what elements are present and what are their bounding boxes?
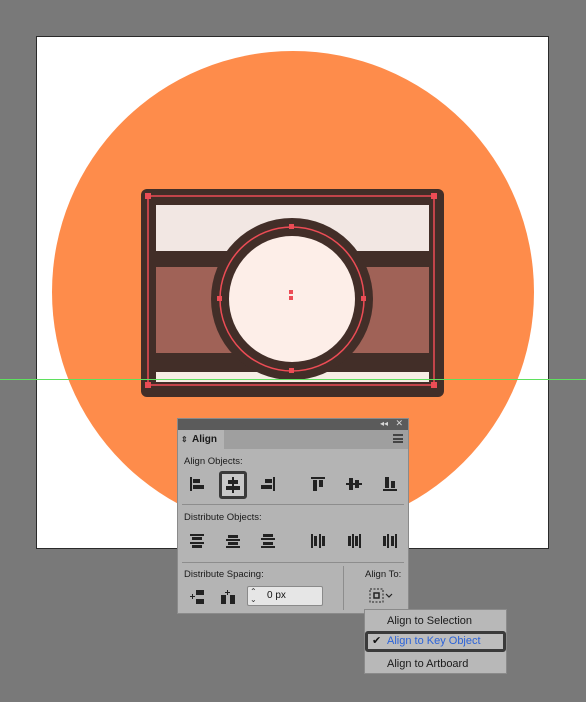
distribute-right-icon <box>383 534 397 548</box>
center-point <box>289 296 293 300</box>
distribute-vertical-center-icon <box>226 535 240 548</box>
horizontal-align-left-button[interactable] <box>185 472 209 496</box>
distribute-horizontal-center-icon <box>348 534 361 548</box>
distribute-left-icon <box>311 534 325 548</box>
panel-menu-icon[interactable] <box>393 434 403 443</box>
align-right-icon <box>261 477 275 491</box>
align-left-icon <box>190 477 204 491</box>
align-bottom-icon <box>383 477 397 491</box>
collapse-panel-icon[interactable]: ◂◂ <box>380 418 388 429</box>
anchor-point <box>289 368 294 373</box>
anchor-point <box>145 193 151 199</box>
menu-item-label: Align to Artboard <box>387 658 469 670</box>
vertical-distribute-center-button[interactable] <box>221 529 245 553</box>
section-divider <box>182 504 404 505</box>
align-to-button[interactable] <box>364 585 398 607</box>
distribute-top-icon <box>190 534 204 548</box>
tab-label: Align <box>192 434 217 445</box>
horizontal-align-right-button[interactable] <box>256 472 280 496</box>
distribute-bottom-icon <box>261 534 275 548</box>
vertical-align-bottom-button[interactable] <box>378 472 402 496</box>
menu-item-label: Align to Key Object <box>387 635 481 647</box>
horizontal-align-center-button[interactable] <box>219 471 247 499</box>
stepper-arrows-icon[interactable]: ⌃ ⌄ <box>250 588 257 604</box>
vertical-distribute-space-button[interactable] <box>185 585 209 609</box>
tab-align[interactable]: ⇕ Align <box>178 430 224 449</box>
align-to-key-object-icon <box>369 588 393 603</box>
checkmark-icon: ✔ <box>372 635 382 647</box>
align-middle-icon <box>346 478 362 490</box>
section-divider-vertical <box>343 566 344 610</box>
menu-item-label: Align to Selection <box>387 615 472 627</box>
horizontal-guide[interactable] <box>0 379 586 380</box>
anchor-point <box>289 224 294 229</box>
distribute-spacing-label: Distribute Spacing: <box>184 569 264 580</box>
anchor-point <box>431 382 437 388</box>
spacing-input[interactable]: ⌃ ⌄ 0 px <box>247 586 323 606</box>
panel-title-bar[interactable]: ◂◂ ✕ <box>178 418 408 430</box>
menu-item-align-to-key-object[interactable]: ✔ Align to Key Object <box>365 631 506 652</box>
anchor-point <box>217 296 222 301</box>
distribute-objects-label: Distribute Objects: <box>184 512 262 523</box>
horizontal-distribute-center-button[interactable] <box>342 529 366 553</box>
align-center-icon <box>226 477 240 493</box>
section-divider <box>182 562 404 563</box>
close-icon[interactable]: ✕ <box>395 418 403 429</box>
horizontal-distribute-space-button[interactable] <box>216 585 240 609</box>
menu-item-align-to-artboard[interactable]: Align to Artboard <box>365 654 506 675</box>
anchor-point <box>431 193 437 199</box>
panel-tab-bar: ⇕ Align <box>178 430 408 449</box>
menu-item-align-to-selection[interactable]: Align to Selection <box>365 611 506 632</box>
anchor-point <box>145 382 151 388</box>
align-to-label: Align To: <box>365 569 402 580</box>
tab-expand-icon[interactable]: ⇕ <box>181 430 188 449</box>
align-objects-label: Align Objects: <box>184 456 243 467</box>
align-to-dropdown: Align to Selection ✔ Align to Key Object… <box>364 609 507 674</box>
align-top-icon <box>311 477 325 491</box>
anchor-point <box>361 296 366 301</box>
vertical-distribute-bottom-button[interactable] <box>256 529 280 553</box>
vertical-align-top-button[interactable] <box>306 472 330 496</box>
vertical-distribute-top-button[interactable] <box>185 529 209 553</box>
vertical-align-center-button[interactable] <box>342 472 366 496</box>
horizontal-distribute-left-button[interactable] <box>306 529 330 553</box>
center-point <box>289 290 293 294</box>
horizontal-distribute-space-icon <box>221 590 235 604</box>
vertical-distribute-space-icon <box>190 590 204 604</box>
horizontal-distribute-right-button[interactable] <box>378 529 402 553</box>
spacing-value: 0 px <box>267 590 286 601</box>
